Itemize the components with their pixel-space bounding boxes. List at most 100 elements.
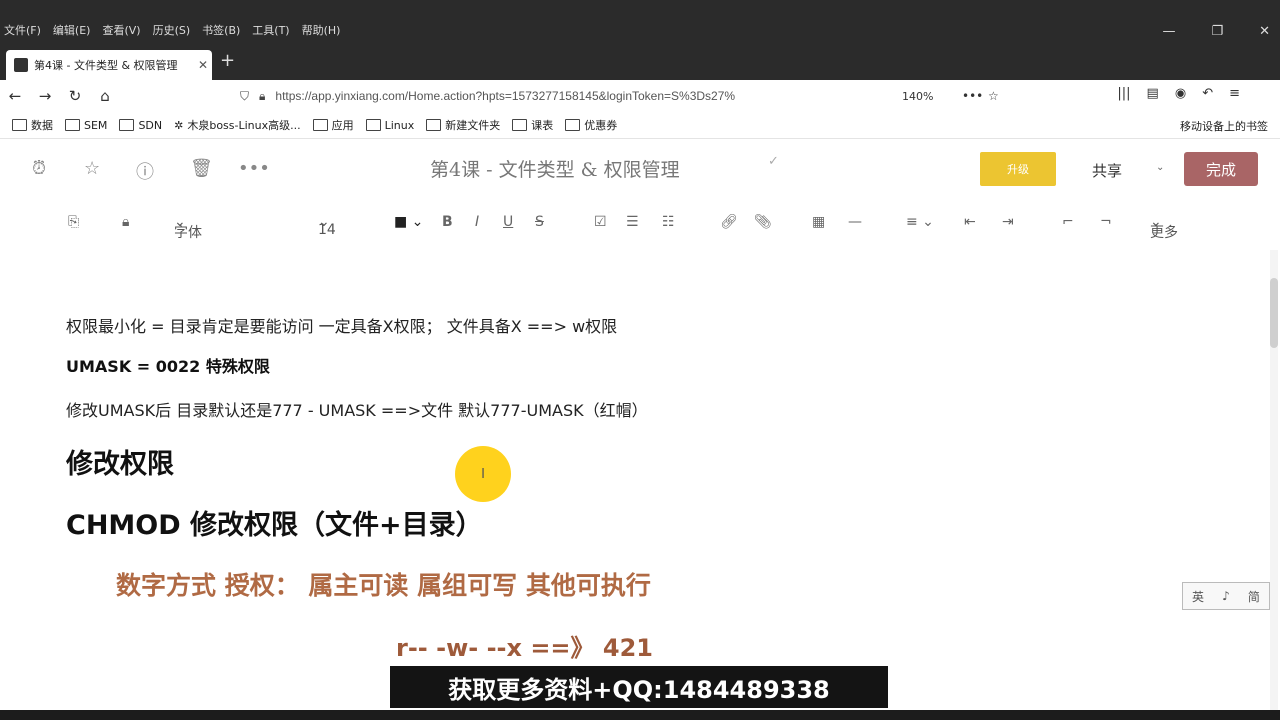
reminder-clock-icon[interactable]: ⏰︎ [32,158,46,179]
heading-chmod[interactable]: CHMOD 修改权限（文件+目录） [66,503,483,542]
mouse-cursor-highlight: I [455,446,511,502]
text-line[interactable]: 修改UMASK后 目录默认还是777 - UMASK ==>文件 默认777-U… [66,397,648,421]
reload-icon[interactable]: ↻ [60,87,90,105]
checkbox-icon[interactable]: ☑ [594,214,607,230]
font-label: 字体 [174,225,202,241]
permission-bits-line[interactable]: r-- -w- --x ==》 421 [396,628,653,663]
outdent-icon[interactable]: ⇤ [964,214,976,230]
menu-view[interactable]: 查看(V) [102,22,140,38]
info-icon[interactable]: ⓘ [136,158,154,184]
more-label: 更多 [1150,225,1178,241]
menu-bookmarks[interactable]: 书签(B) [202,22,240,38]
forward-icon[interactable]: → [30,87,60,105]
scrollbar-thumb[interactable] [1270,278,1278,348]
align-left-icon[interactable]: ≡ ⌄ [906,214,934,230]
horizontal-rule-icon[interactable]: — [848,214,862,230]
browser-toolbar-icons: ||| ▤ ◉ ↶ ≡ [1117,86,1240,101]
font-size-dropdown[interactable]: 14 ⌄ [318,214,336,238]
bookmark-item[interactable]: SEM [65,119,107,132]
favorite-star-icon[interactable]: ☆ [84,158,100,179]
menu-edit[interactable]: 编辑(E) [53,22,91,38]
subscript-icon[interactable]: ⌐ [1062,214,1074,230]
home-icon[interactable]: ⌂ [90,87,120,105]
sidebar-icon[interactable]: ▤ [1147,86,1159,101]
minimize-icon[interactable]: — [1162,24,1175,39]
menu-icon[interactable]: ≡ [1229,86,1240,101]
address-bar[interactable]: ⛉ 🔒︎ https://app.yinxiang.com/Home.actio… [240,84,1000,108]
library-icon[interactable]: ||| [1117,86,1130,101]
italic-icon[interactable]: I [475,214,479,230]
url-text[interactable]: https://app.yinxiang.com/Home.action?hpt… [275,89,735,103]
bookmark-item[interactable]: 课表 [512,117,553,133]
restore-icon[interactable]: ❐ [1211,24,1223,39]
shield-icon: ⛉ [240,88,250,103]
superscript-icon[interactable]: ¬ [1100,214,1112,230]
folder-icon [119,119,135,131]
bookmark-item[interactable]: 数据 [12,117,53,133]
more-tools-dropdown[interactable]: 更多 ⌄ [1150,214,1178,241]
bookmark-item[interactable]: 新建文件夹 [426,117,500,133]
bookmark-label: 数据 [31,119,53,132]
heading-modify-permissions[interactable]: 修改权限 [66,442,174,481]
done-button[interactable]: 完成 [1184,152,1258,186]
more-options-icon[interactable]: ••• [238,158,270,179]
folder-icon [12,119,27,131]
new-tab-icon[interactable]: + [220,50,235,71]
numeric-mode-line[interactable]: 数字方式 授权： 属主可读 属组可写 其他可执行 [116,566,651,602]
text-line[interactable]: 权限最小化 = 目录肯定是要能访问 一定具备X权限； 文件具备X ==> w权限 [66,313,617,337]
font-family-dropdown[interactable]: 字体 ⌄ [174,214,202,241]
bookmark-star-icon[interactable]: ☆ [988,89,999,103]
share-button[interactable]: 共享 [1092,160,1122,181]
bookmark-label: 新建文件夹 [445,119,501,132]
undo-icon[interactable]: ↶ [1202,86,1213,101]
note-title[interactable]: 第4课 - 文件类型 & 权限管理 [430,155,680,182]
account-icon[interactable]: ◉ [1175,86,1186,101]
close-icon[interactable]: ✕ [1259,24,1270,39]
tab-close-icon[interactable]: ✕ [194,58,212,72]
menu-help[interactable]: 帮助(H) [302,22,341,38]
folder-icon [512,119,528,131]
folder-icon [65,119,80,131]
bookmark-item[interactable]: ✲ 木泉boss-Linux高级... [174,117,301,133]
ime-english-toggle[interactable]: 英 [1192,588,1204,605]
ime-punctuation-toggle[interactable]: ♪ [1222,589,1230,603]
attachment-icon[interactable]: 📎︎ [754,214,772,230]
bold-icon[interactable]: B [442,214,453,230]
gear-icon: ✲ [174,118,184,132]
menu-tools[interactable]: 工具(T) [252,22,289,38]
back-icon[interactable]: ← [0,87,30,105]
text-line-bold[interactable]: UMASK = 0022 特殊权限 [66,353,270,377]
template-icon[interactable]: ⎘ [68,214,79,230]
indent-icon[interactable]: ⇥ [1002,214,1014,230]
bookmark-label: SEM [84,118,108,132]
menu-file[interactable]: 文件(F) [4,22,41,38]
bookmark-item[interactable]: 优惠券 [565,117,617,133]
numbered-list-icon[interactable]: ☷ [662,214,675,230]
taskbar-strip [0,710,1280,720]
chevron-down-icon[interactable]: ⌄ [1156,162,1164,173]
zoom-level[interactable]: 140% [902,90,933,103]
strikethrough-icon[interactable]: S [535,214,544,230]
table-icon[interactable]: ▦ [812,214,825,230]
trash-icon[interactable]: 🗑︎ [190,158,213,179]
link-icon[interactable]: 🔗︎ [720,214,738,230]
tab-active[interactable]: 第4课 - 文件类型 & 权限管理 ✕ [6,50,212,80]
bookmark-label: SDN [138,118,163,132]
bullet-list-icon[interactable]: ☰ [626,214,639,230]
menu-history[interactable]: 历史(S) [153,22,191,38]
bookmark-item[interactable]: 应用 [312,117,354,133]
text-cursor-icon: I [481,466,485,482]
underline-icon[interactable]: U [503,214,513,230]
bookmark-label: Linux [384,118,415,132]
tab-bar: 第4课 - 文件类型 & 权限管理 ✕ [0,44,1280,80]
mobile-bookmarks[interactable]: 移动设备上的书签 [1180,118,1268,134]
folder-icon [312,119,328,131]
page-actions-icon[interactable]: ••• [962,89,983,103]
bookmark-item[interactable]: SDN [119,119,162,132]
ime-simplified-toggle[interactable]: 简 [1248,588,1260,605]
lock-icon[interactable]: 🔒︎ [122,214,129,230]
text-color-icon[interactable]: ■ ⌄ [394,214,423,230]
upgrade-button[interactable]: 升级 [980,152,1056,186]
input-method-widget[interactable]: 英 ♪ 简 [1182,582,1270,610]
bookmark-item[interactable]: Linux [365,118,415,132]
